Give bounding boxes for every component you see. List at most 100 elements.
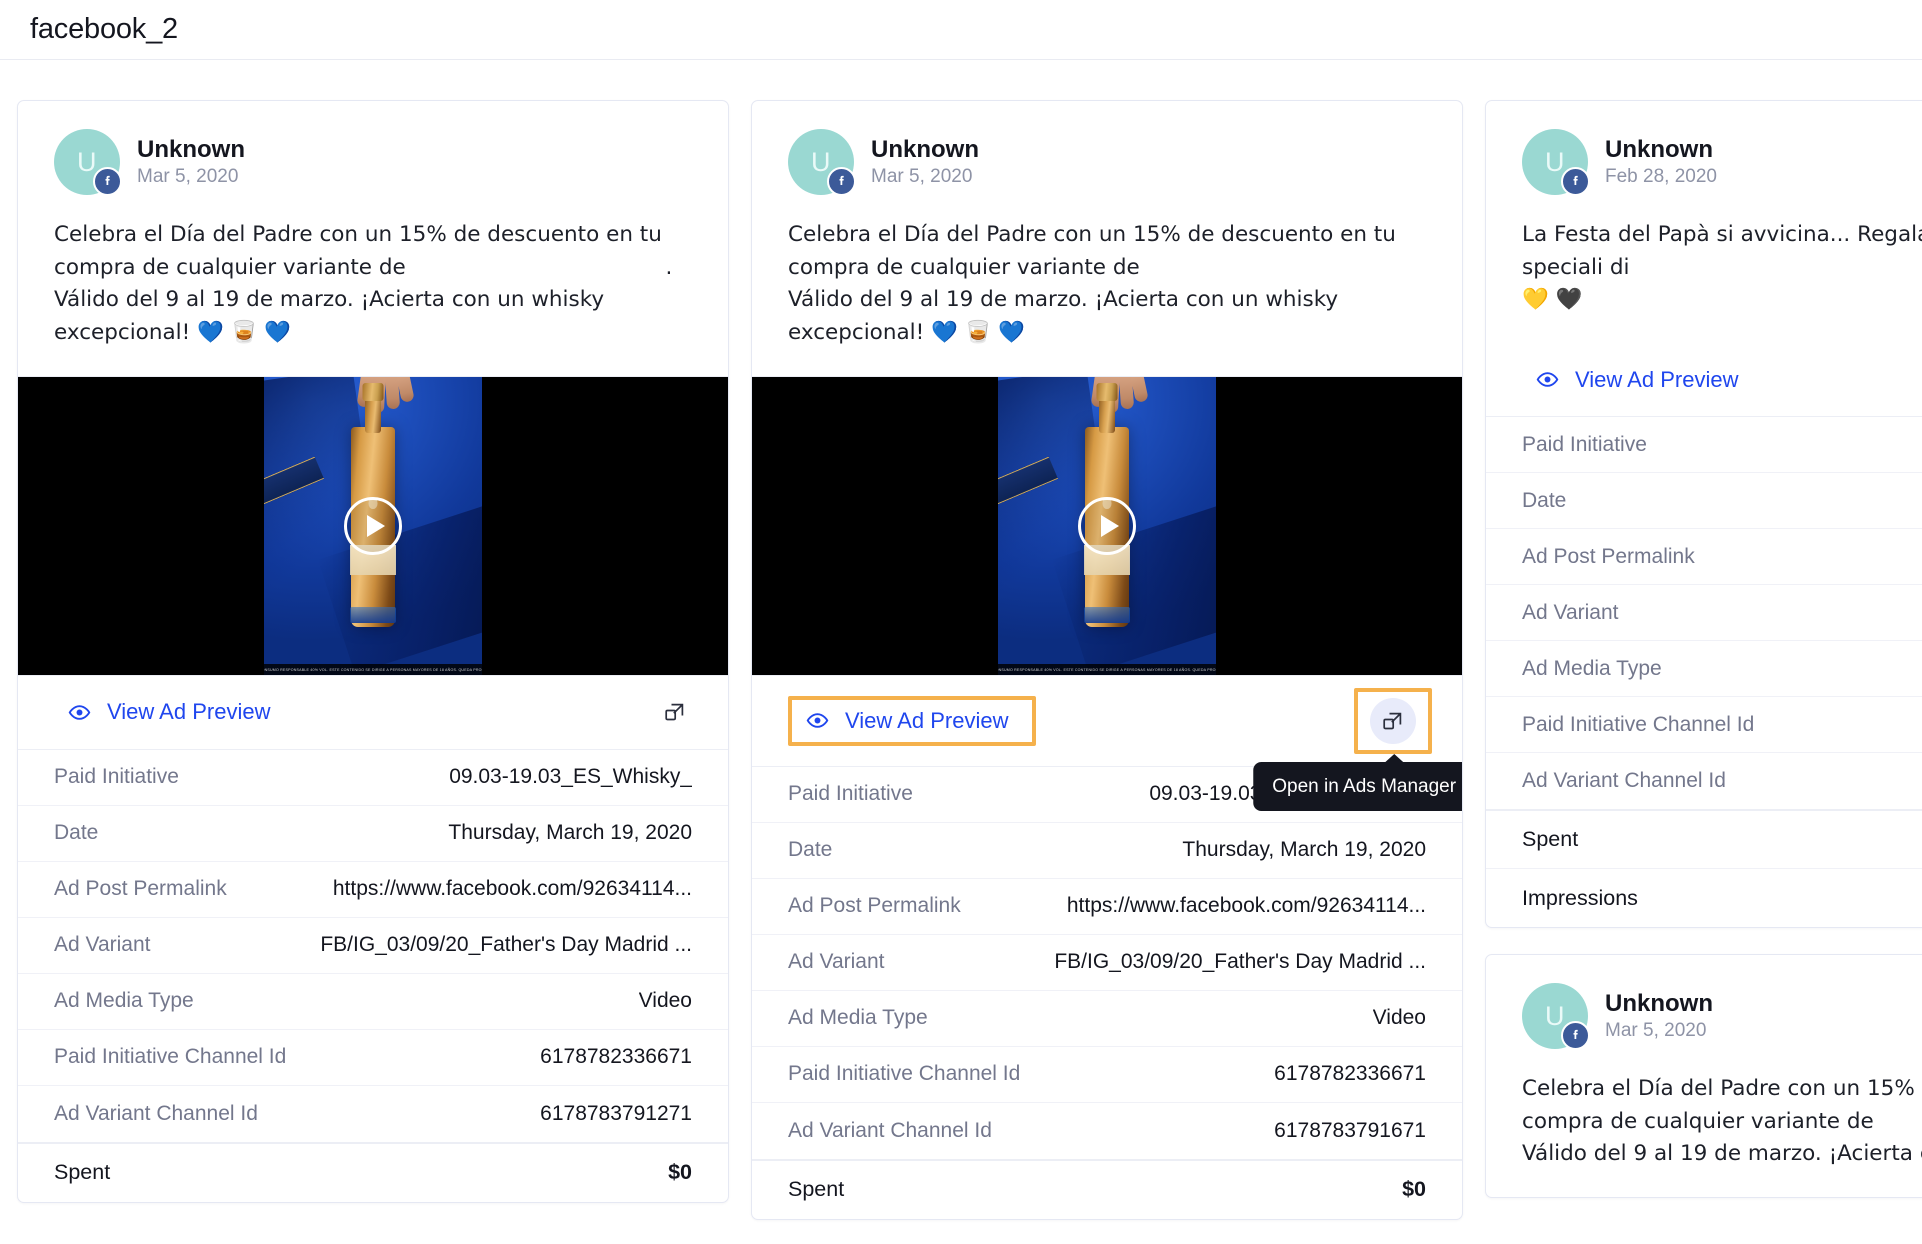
ad-card: U Unknown Mar 5, 2020 Celebra el Día del… bbox=[17, 100, 729, 1203]
view-ad-preview-label: View Ad Preview bbox=[107, 699, 271, 725]
card-header: U Unknown Mar 5, 2020 bbox=[752, 101, 1462, 205]
view-ad-preview-button[interactable]: View Ad Preview bbox=[1522, 357, 1752, 403]
post-date: Feb 28, 2020 bbox=[1605, 166, 1717, 188]
detail-key: Ad Post Permalink bbox=[788, 894, 961, 918]
video-thumbnail[interactable]: INFORMACIÓN DE NUTRICIÓN DE UN CONSUMO R… bbox=[752, 375, 1462, 676]
play-icon[interactable] bbox=[1078, 496, 1136, 555]
ad-cards-board: U Unknown Mar 5, 2020 Celebra el Día del… bbox=[0, 60, 1922, 1244]
card-column-3: U Unknown Feb 28, 2020 La Festa del Papà… bbox=[1485, 100, 1922, 1199]
ad-card: U Unknown Feb 28, 2020 La Festa del Papà… bbox=[1485, 100, 1922, 929]
table-row: Ad Post Permalink https://www.facebook.c… bbox=[18, 862, 728, 918]
detail-key: Ad Post Permalink bbox=[54, 877, 227, 901]
detail-value: 6178782336671 bbox=[1274, 1062, 1426, 1086]
table-row: Ad Media Type Video bbox=[18, 974, 728, 1030]
table-row: Ad Post Permalink https://www.facebook.c… bbox=[752, 879, 1462, 935]
detail-key: Date bbox=[54, 821, 99, 845]
detail-key: Ad Variant bbox=[1522, 600, 1619, 624]
tooltip: Open in Ads Manager bbox=[1253, 753, 1462, 811]
table-row: Date Thursday, March 19, 2020 bbox=[752, 823, 1462, 879]
detail-key: Paid Initiative bbox=[788, 782, 913, 806]
metric-value: $0 bbox=[1402, 1177, 1426, 1202]
card-header: U Unknown Mar 5, 2020 bbox=[1486, 955, 1922, 1059]
detail-key: Date bbox=[788, 838, 833, 862]
detail-key: Paid Initiative bbox=[1522, 432, 1647, 456]
table-row: Ad Variant FB/IG_03/09/20_Father's Day M… bbox=[752, 935, 1462, 991]
table-row: Ad Variant FB/IG_02/28/20___Caro bbox=[1486, 585, 1922, 642]
table-row: Paid Initiative Channel Id bbox=[1486, 697, 1922, 754]
detail-key: Ad Media Type bbox=[788, 1006, 928, 1030]
detail-value: 6178783791671 bbox=[1274, 1118, 1426, 1142]
detail-key: Paid Initiative bbox=[54, 765, 179, 789]
detail-key: Ad Post Permalink bbox=[1522, 544, 1695, 568]
table-row: Ad Post Permalink https://www.facebook.c bbox=[1486, 529, 1922, 586]
facebook-badge-icon bbox=[827, 167, 856, 196]
detail-value: https://www.facebook.com/92634114... bbox=[332, 877, 692, 901]
table-row: Spent $0 bbox=[18, 1144, 728, 1202]
metric-key: Spent bbox=[1522, 827, 1579, 852]
card-column-2: U Unknown Mar 5, 2020 Celebra el Día del… bbox=[751, 100, 1463, 1220]
detail-value: Video bbox=[1372, 1006, 1426, 1030]
detail-key: Ad Variant Channel Id bbox=[788, 1118, 992, 1142]
avatar: U bbox=[1522, 129, 1590, 196]
bottle-cap bbox=[1096, 382, 1118, 401]
ad-card: U Unknown Mar 5, 2020 Celebra el Día del… bbox=[1485, 954, 1922, 1199]
author-name: Unknown bbox=[1605, 989, 1713, 1017]
post-body-text: La Festa del Papà si avvicina... Regala … bbox=[1522, 222, 1922, 313]
detail-key: Ad Variant bbox=[788, 950, 885, 974]
table-row: Ad Media Type bbox=[1486, 641, 1922, 698]
metric-key: Spent bbox=[54, 1160, 111, 1185]
post-body-text: Celebra el Día del Padre con un 15% de d… bbox=[788, 222, 1396, 346]
detail-key: Ad Media Type bbox=[1522, 656, 1662, 680]
metric-value: $0 bbox=[668, 1160, 692, 1185]
legal-caption: INFORMACIÓN DE NUTRICIÓN DE UN CONSUMO R… bbox=[998, 663, 1216, 675]
bottle-cap bbox=[362, 382, 384, 401]
table-row: Ad Variant Channel Id 6178783791671 bbox=[752, 1103, 1462, 1159]
detail-key: Paid Initiative Channel Id bbox=[788, 1062, 1021, 1086]
post-date: Mar 5, 2020 bbox=[871, 166, 973, 188]
eye-icon bbox=[68, 701, 91, 724]
open-in-ads-manager-button[interactable] bbox=[1370, 697, 1416, 744]
metric-key: Impressions bbox=[1522, 885, 1638, 910]
table-row: Paid Initiative Channel Id 6178782336671 bbox=[18, 1030, 728, 1086]
detail-value: 6178782336671 bbox=[540, 1045, 692, 1069]
avatar: U bbox=[1522, 983, 1590, 1051]
card-actions-row: View Ad Preview bbox=[18, 676, 728, 750]
open-in-ads-manager-wrap bbox=[652, 689, 698, 735]
table-row: Ad Variant FB/IG_03/09/20_Father's Day M… bbox=[18, 918, 728, 974]
avatar: U bbox=[54, 129, 122, 196]
view-ad-preview-button[interactable]: View Ad Preview bbox=[54, 689, 284, 735]
detail-table: Paid Initiative 28.02-17.03_IT_Whisky_ D… bbox=[1486, 417, 1922, 809]
card-actions-row: View Ad Preview bbox=[1486, 343, 1922, 418]
view-ad-preview-button[interactable]: View Ad Preview bbox=[788, 695, 1037, 746]
detail-value: FB/IG_03/09/20_Father's Day Madrid ... bbox=[1054, 950, 1426, 974]
table-row: Impressions bbox=[1486, 869, 1922, 927]
detail-key: Ad Variant Channel Id bbox=[54, 1101, 258, 1125]
author-name: Unknown bbox=[1605, 135, 1713, 163]
video-thumbnail[interactable]: INFORMACIÓN DE NUTRICIÓN DE UN CONSUMO R… bbox=[18, 375, 728, 676]
legal-caption: INFORMACIÓN DE NUTRICIÓN DE UN CONSUMO R… bbox=[264, 663, 482, 675]
table-row: Paid Initiative 09.03-19.03_ES_Whisky_ bbox=[18, 750, 728, 806]
view-ad-preview-label: View Ad Preview bbox=[845, 707, 1009, 733]
page-title: facebook_2 bbox=[30, 13, 178, 45]
open-in-ads-manager-button[interactable] bbox=[652, 689, 698, 735]
view-ad-preview-label: View Ad Preview bbox=[1575, 366, 1739, 392]
detail-value: Video bbox=[638, 989, 692, 1013]
table-row: Paid Initiative Channel Id 6178782336671 bbox=[752, 1047, 1462, 1103]
table-row: Ad Variant Channel Id bbox=[1486, 753, 1922, 809]
metric-key: Spent bbox=[788, 1177, 845, 1202]
detail-value: https://www.facebook.com/92634114... bbox=[1066, 894, 1426, 918]
author-name: Unknown bbox=[871, 135, 979, 163]
post-body-text: Celebra el Día del Padre con un 15% de d… bbox=[54, 222, 673, 346]
open-in-ads-manager-wrap: Open in Ads Manager bbox=[1253, 687, 1462, 811]
play-icon[interactable] bbox=[344, 496, 402, 555]
detail-key: Ad Media Type bbox=[54, 989, 194, 1013]
avatar: U bbox=[788, 129, 856, 196]
metrics-table: Spent $0 bbox=[752, 1158, 1462, 1219]
card-header: U Unknown Mar 5, 2020 bbox=[18, 101, 728, 205]
facebook-badge-icon bbox=[93, 167, 122, 196]
detail-key: Ad Variant Channel Id bbox=[1522, 769, 1726, 793]
detail-value: 09.03-19.03_ES_Whisky_ bbox=[449, 765, 692, 789]
detail-table: Paid Initiative 09.03-19.03_ES_Whisky_Jo… bbox=[752, 767, 1462, 1159]
facebook-badge-icon bbox=[1561, 167, 1590, 196]
detail-table: Paid Initiative 09.03-19.03_ES_Whisky_ D… bbox=[18, 750, 728, 1142]
